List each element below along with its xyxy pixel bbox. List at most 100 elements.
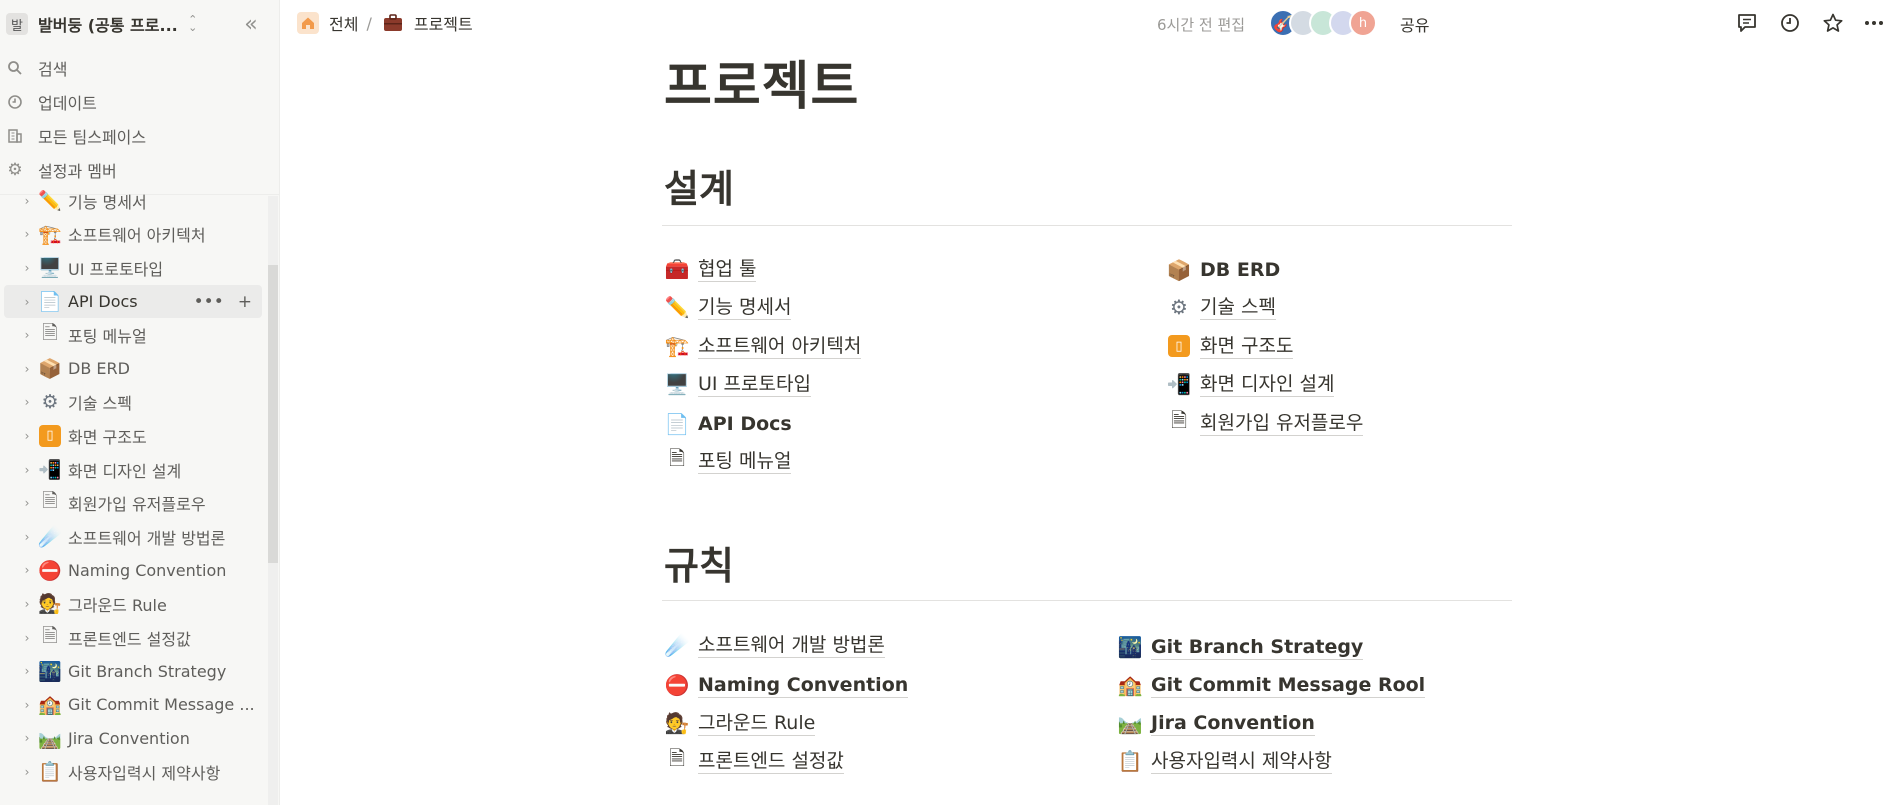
- tree-item[interactable]: › ⚙ 기술 스펙: [0, 386, 266, 420]
- chevron-right-icon[interactable]: ›: [20, 295, 34, 309]
- chevron-right-icon[interactable]: ›: [20, 597, 34, 611]
- page-link[interactable]: ✏️ 기능 명세서: [664, 292, 792, 322]
- page-link[interactable]: 📄 API Docs: [664, 409, 792, 439]
- chevron-right-icon[interactable]: ›: [20, 563, 34, 577]
- sidebar-item-updates[interactable]: 업데이트: [0, 85, 279, 119]
- tree-item[interactable]: › 🧑‍⚖️ 그라운드 Rule: [0, 587, 266, 621]
- page-link[interactable]: 🛤️ Jira Convention: [1117, 708, 1315, 738]
- tree-item[interactable]: › 🗎 포팅 메뉴얼: [0, 318, 266, 352]
- chevron-right-icon[interactable]: ›: [20, 698, 34, 712]
- no-entry-icon: ⛔: [664, 673, 690, 697]
- package-icon: 📦: [1166, 258, 1192, 282]
- breadcrumb-current-label: 프로젝트: [413, 15, 473, 34]
- page-link[interactable]: 🌃 Git Branch Strategy: [1117, 632, 1364, 662]
- page-link[interactable]: ☄️ 소프트웨어 개발 방법론: [664, 630, 885, 660]
- more-icon[interactable]: •••: [194, 292, 224, 312]
- tree-item[interactable]: › 📋 사용자입력시 제약사항: [0, 755, 266, 789]
- collapse-sidebar-icon[interactable]: «: [238, 12, 264, 37]
- page-link[interactable]: 🏗️ 소프트웨어 아키텍처: [664, 331, 862, 361]
- page-link-label: 사용자입력시 제약사항: [1151, 749, 1332, 774]
- sidebar-item-settings[interactable]: ⚙ 설정과 멤버: [0, 153, 279, 187]
- tree-item[interactable]: › 📦 DB ERD: [0, 352, 266, 386]
- tree-item[interactable]: › 🌃 Git Branch Strategy: [0, 654, 266, 688]
- last-edited-text[interactable]: 6시간 전 편집: [1157, 14, 1245, 35]
- tree-item[interactable]: › ⛔ Naming Convention: [0, 554, 266, 588]
- sidebar-scrollbar-thumb[interactable]: [268, 265, 278, 563]
- tree-item[interactable]: › 🏗️ 소프트웨어 아키텍처: [0, 218, 266, 252]
- star-icon[interactable]: [1821, 11, 1845, 35]
- page-link[interactable]: 🗎 프론트엔드 설정값: [664, 746, 844, 776]
- school-icon: 🏫: [38, 694, 62, 717]
- comet-icon: ☄️: [664, 633, 690, 657]
- share-button[interactable]: 공유: [1400, 12, 1429, 36]
- tree-item[interactable]: › 📲 화면 디자인 설계: [0, 453, 266, 487]
- page-link[interactable]: ⛔ Naming Convention: [664, 670, 909, 700]
- page-link[interactable]: ⚙ 기술 스펙: [1166, 292, 1276, 322]
- sidebar-nav: 검색 업데이트 모든 팀스페이스 ⚙ 설정과 멤버: [0, 51, 279, 187]
- section-heading[interactable]: 규칙: [664, 535, 734, 590]
- collaborator-avatars[interactable]: 🎸 h: [1269, 9, 1377, 37]
- chevron-right-icon[interactable]: ›: [20, 227, 34, 241]
- chevron-right-icon[interactable]: ›: [20, 362, 34, 376]
- comment-icon[interactable]: [1735, 11, 1759, 35]
- tree-item-label: 기술 스펙: [68, 394, 132, 414]
- chevron-right-icon[interactable]: ›: [20, 328, 34, 342]
- tree-item-active[interactable]: › 📄 API Docs ••• +: [4, 284, 262, 319]
- chevron-right-icon[interactable]: ›: [20, 664, 34, 678]
- tree-item[interactable]: › 🗎 프론트엔드 설정값: [0, 621, 266, 655]
- chevron-right-icon[interactable]: ›: [20, 530, 34, 544]
- breadcrumb-home[interactable]: 전체: [297, 11, 358, 35]
- page-link[interactable]: 🧑‍⚖️ 그라운드 Rule: [664, 708, 816, 738]
- page-link-label: Git Commit Message Rool: [1151, 673, 1426, 698]
- phone-arrow-icon: 📲: [1166, 372, 1192, 396]
- tree-item[interactable]: › 🖥️ UI 프로토타입: [0, 251, 266, 285]
- tree-item[interactable]: › ✏️ 기능 명세서: [0, 184, 266, 218]
- tree-item[interactable]: › 🛤️ Jira Convention: [0, 722, 266, 756]
- tree-item[interactable]: › ▯ 화면 구조도: [0, 419, 266, 453]
- page-link[interactable]: 🗎 회원가입 유저플로우: [1166, 408, 1364, 438]
- night-city-icon: 🌃: [1117, 635, 1143, 659]
- page-link[interactable]: ▯ 화면 구조도: [1166, 331, 1294, 361]
- page-link-label: API Docs: [698, 412, 792, 435]
- chevron-updown-icon: ⌃ ⌄: [188, 13, 198, 34]
- sidebar-item-label: 업데이트: [38, 94, 97, 113]
- crane-icon: 🏗️: [664, 334, 690, 358]
- sidebar-item-search[interactable]: 검색: [0, 51, 279, 85]
- package-icon: 📦: [38, 358, 62, 381]
- chevron-right-icon[interactable]: ›: [20, 496, 34, 510]
- page-link[interactable]: 🧰 협업 툴: [664, 254, 757, 284]
- page-link-label: 화면 디자인 설계: [1200, 372, 1335, 397]
- history-icon[interactable]: [1778, 11, 1802, 35]
- tree-item[interactable]: › 🏫 Git Commit Message ...: [0, 688, 266, 722]
- add-icon[interactable]: +: [238, 292, 252, 312]
- chevron-right-icon[interactable]: ›: [20, 463, 34, 477]
- page-title[interactable]: 프로젝트: [664, 44, 859, 119]
- page-link-label: 프론트엔드 설정값: [698, 749, 844, 774]
- chevron-right-icon[interactable]: ›: [20, 429, 34, 443]
- tree-item[interactable]: › 🗎 회원가입 유저플로우: [0, 486, 266, 520]
- page-link[interactable]: 🖥️ UI 프로토타입: [664, 369, 811, 399]
- page-link[interactable]: 🏫 Git Commit Message Rool: [1117, 670, 1426, 700]
- chevron-right-icon[interactable]: ›: [20, 395, 34, 409]
- tree-item[interactable]: › ☄️ 소프트웨어 개발 방법론: [0, 520, 266, 554]
- more-icon[interactable]: [1862, 11, 1886, 35]
- sidebar-item-label: 모든 팀스페이스: [38, 128, 147, 147]
- breadcrumb-separator: /: [366, 13, 372, 33]
- page-link-label: 소프트웨어 아키텍처: [698, 334, 862, 359]
- night-city-icon: 🌃: [38, 660, 62, 683]
- page-link[interactable]: 🗎 포팅 메뉴얼: [664, 446, 792, 476]
- chevron-right-icon[interactable]: ›: [20, 194, 34, 208]
- chevron-right-icon[interactable]: ›: [20, 261, 34, 275]
- monitor-icon: 🖥️: [38, 257, 62, 280]
- page-link[interactable]: 📲 화면 디자인 설계: [1166, 369, 1335, 399]
- sidebar-item-teamspaces[interactable]: 모든 팀스페이스: [0, 119, 279, 153]
- page-link[interactable]: 📋 사용자입력시 제약사항: [1117, 746, 1332, 776]
- breadcrumb-current[interactable]: 프로젝트: [382, 11, 473, 35]
- page-link[interactable]: 📦 DB ERD: [1166, 255, 1281, 285]
- chevron-right-icon[interactable]: ›: [20, 765, 34, 779]
- page-link-label: 화면 구조도: [1200, 334, 1294, 359]
- chevron-right-icon[interactable]: ›: [20, 631, 34, 645]
- chevron-right-icon[interactable]: ›: [20, 731, 34, 745]
- section-heading[interactable]: 설계: [664, 158, 734, 213]
- pencil-icon: ✏️: [664, 295, 690, 319]
